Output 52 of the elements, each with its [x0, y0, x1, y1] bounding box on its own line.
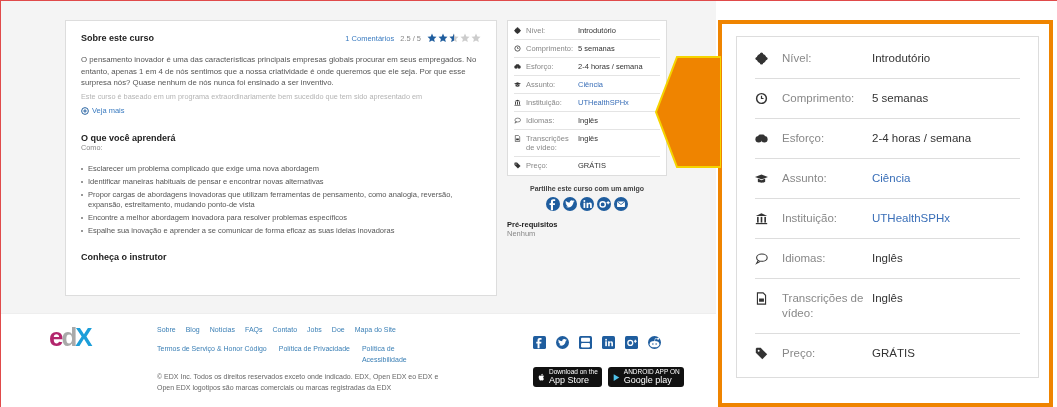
- facebook-icon[interactable]: [546, 197, 560, 211]
- badge-icon: [514, 27, 521, 34]
- bird-icon[interactable]: [563, 197, 577, 211]
- detail-label: Instituição:: [782, 211, 838, 226]
- star-icon: [438, 33, 448, 43]
- speech-bubble-icon: [514, 117, 521, 124]
- detail-label: Preço:: [782, 346, 817, 361]
- detail-label: Idiomas:: [782, 251, 827, 266]
- section-title: O que você aprenderá: [81, 132, 177, 143]
- bank-icon: [514, 99, 521, 106]
- tag-icon: [514, 162, 521, 169]
- play-triangle-icon: [611, 372, 621, 382]
- apple-icon: [537, 372, 546, 382]
- clock-icon: [755, 92, 768, 105]
- graduation-cap-icon: [755, 172, 768, 185]
- star-icon: [427, 33, 437, 43]
- email-icon[interactable]: [614, 197, 628, 211]
- bank-icon: [755, 212, 768, 225]
- detail-label: Transcrições de vídeo:: [782, 291, 865, 321]
- detail-value: GRÁTIS: [872, 346, 915, 361]
- detail-label: Esforço:: [782, 131, 826, 146]
- detail-label: Comprimento:: [782, 91, 856, 106]
- google-plus-icon[interactable]: [597, 197, 611, 211]
- section-title: Sobre este curso: [81, 33, 155, 43]
- detail-label: Nível:: [782, 51, 813, 66]
- speech-bubble-icon: [755, 252, 768, 265]
- tag-icon: [755, 347, 768, 360]
- linkedin-icon[interactable]: [602, 336, 615, 349]
- detail-value: Introdutório: [872, 51, 931, 66]
- detail-value: Inglês: [872, 251, 903, 266]
- section-title: Conheça o instrutor: [81, 251, 168, 262]
- detail-value: Inglês: [872, 291, 903, 306]
- star-icon: [460, 33, 470, 43]
- logo[interactable]: edX: [49, 326, 157, 350]
- facebook-icon[interactable]: [533, 336, 546, 349]
- google-plus-icon[interactable]: [625, 336, 638, 349]
- document-icon: [755, 292, 768, 305]
- detail-link[interactable]: UTHealthSPHx: [872, 211, 950, 226]
- detail-label: Assunto:: [782, 171, 828, 186]
- detail-value: 5 semanas: [872, 91, 929, 106]
- star-icon: [449, 33, 459, 43]
- document-icon: [514, 135, 521, 142]
- star-icon: [471, 33, 481, 43]
- graduation-cap-icon: [514, 81, 521, 88]
- reddit-icon[interactable]: [648, 336, 661, 349]
- plus-circle-icon: [81, 106, 89, 115]
- detail-link[interactable]: Ciência: [872, 171, 911, 186]
- badge-icon: [755, 52, 768, 65]
- clock-icon: [514, 45, 521, 52]
- linkedin-icon[interactable]: [580, 197, 594, 211]
- detail-value: 2-4 horas / semana: [872, 131, 972, 146]
- bird-icon[interactable]: [556, 336, 569, 349]
